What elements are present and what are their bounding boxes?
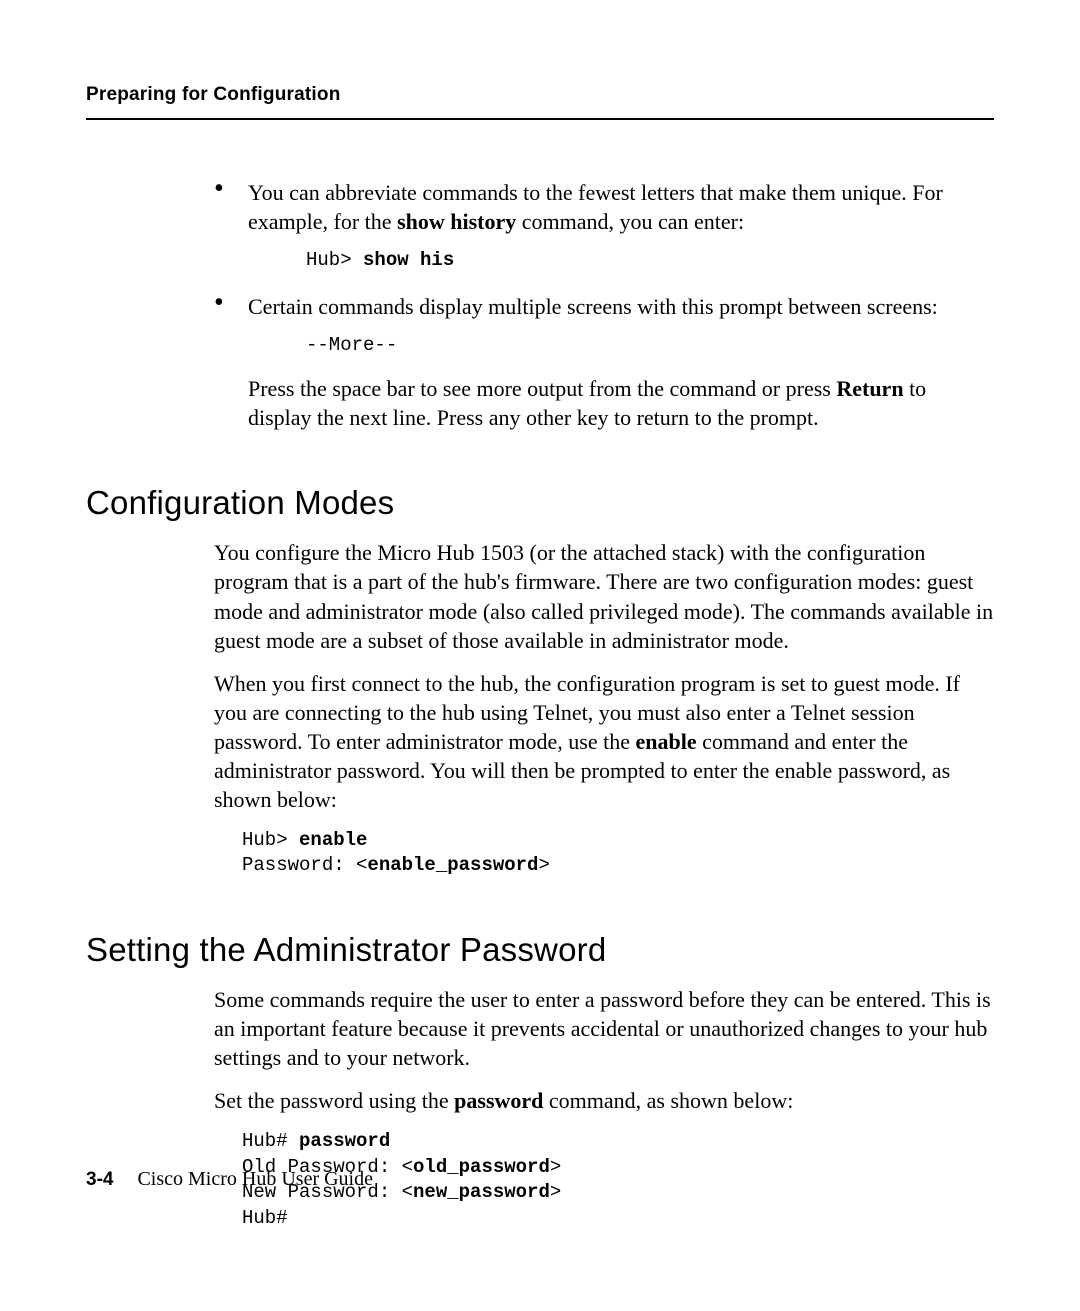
bullet-item-2: Certain commands display multiple screen…: [214, 292, 994, 433]
config-p2: When you first connect to the hub, the c…: [214, 669, 994, 814]
header-rule: [86, 118, 994, 120]
config-code-l2-label: Password: <: [242, 854, 367, 876]
config-code-l2-end: >: [538, 854, 549, 876]
admin-p1: Some commands require the user to enter …: [214, 985, 994, 1072]
content-area: You can abbreviate commands to the fewes…: [214, 178, 994, 1232]
bullet-2-code: --More--: [306, 333, 994, 359]
config-code-l1-prompt: Hub>: [242, 829, 299, 851]
code-cmd: show his: [363, 249, 454, 271]
bullet-2-follow-a: Press the space bar to see more output f…: [248, 376, 836, 401]
bullet-2-follow: Press the space bar to see more output f…: [248, 374, 994, 432]
admin-code-l2-val: old_password: [413, 1156, 550, 1178]
admin-p2a: Set the password using the: [214, 1088, 454, 1113]
footer: 3-4 Cisco Micro Hub User Guide: [86, 1168, 373, 1191]
heading-setting-admin-password: Setting the Administrator Password: [86, 931, 994, 969]
code-prompt: Hub>: [306, 249, 363, 271]
admin-code-l2-end: >: [550, 1156, 561, 1178]
bullet-item-1: You can abbreviate commands to the fewes…: [214, 178, 994, 274]
bullet-1-text-b: command, you can enter:: [516, 209, 744, 234]
admin-code-l1-prompt: Hub#: [242, 1130, 299, 1152]
admin-code-l1-cmd: password: [299, 1130, 390, 1152]
bullet-1-cmd: show history: [397, 209, 516, 234]
running-head: Preparing for Configuration: [86, 84, 994, 106]
config-p2-cmd: enable: [635, 729, 696, 754]
config-code-l2-val: enable_password: [367, 854, 538, 876]
config-code-block: Hub> enable Password: <enable_password>: [242, 828, 994, 879]
admin-code-l3-end: >: [550, 1181, 561, 1203]
bullet-1-code: Hub> show his: [306, 248, 994, 274]
bullet-2-return: Return: [836, 376, 903, 401]
admin-p2-cmd: password: [454, 1088, 543, 1113]
admin-code-l3-val: new_password: [413, 1181, 550, 1203]
config-code-l1-cmd: enable: [299, 829, 367, 851]
bullet-2-text: Certain commands display multiple screen…: [248, 294, 938, 319]
admin-code-l4: Hub#: [242, 1207, 288, 1229]
page-number: 3-4: [86, 1169, 113, 1190]
bullet-list: You can abbreviate commands to the fewes…: [214, 178, 994, 432]
config-p1: You configure the Micro Hub 1503 (or the…: [214, 538, 994, 654]
page: Preparing for Configuration You can abbr…: [0, 0, 1080, 1311]
book-title: Cisco Micro Hub User Guide: [137, 1168, 373, 1190]
admin-p2: Set the password using the password comm…: [214, 1086, 994, 1115]
admin-p2b: command, as shown below:: [543, 1088, 793, 1113]
heading-configuration-modes: Configuration Modes: [86, 484, 994, 522]
